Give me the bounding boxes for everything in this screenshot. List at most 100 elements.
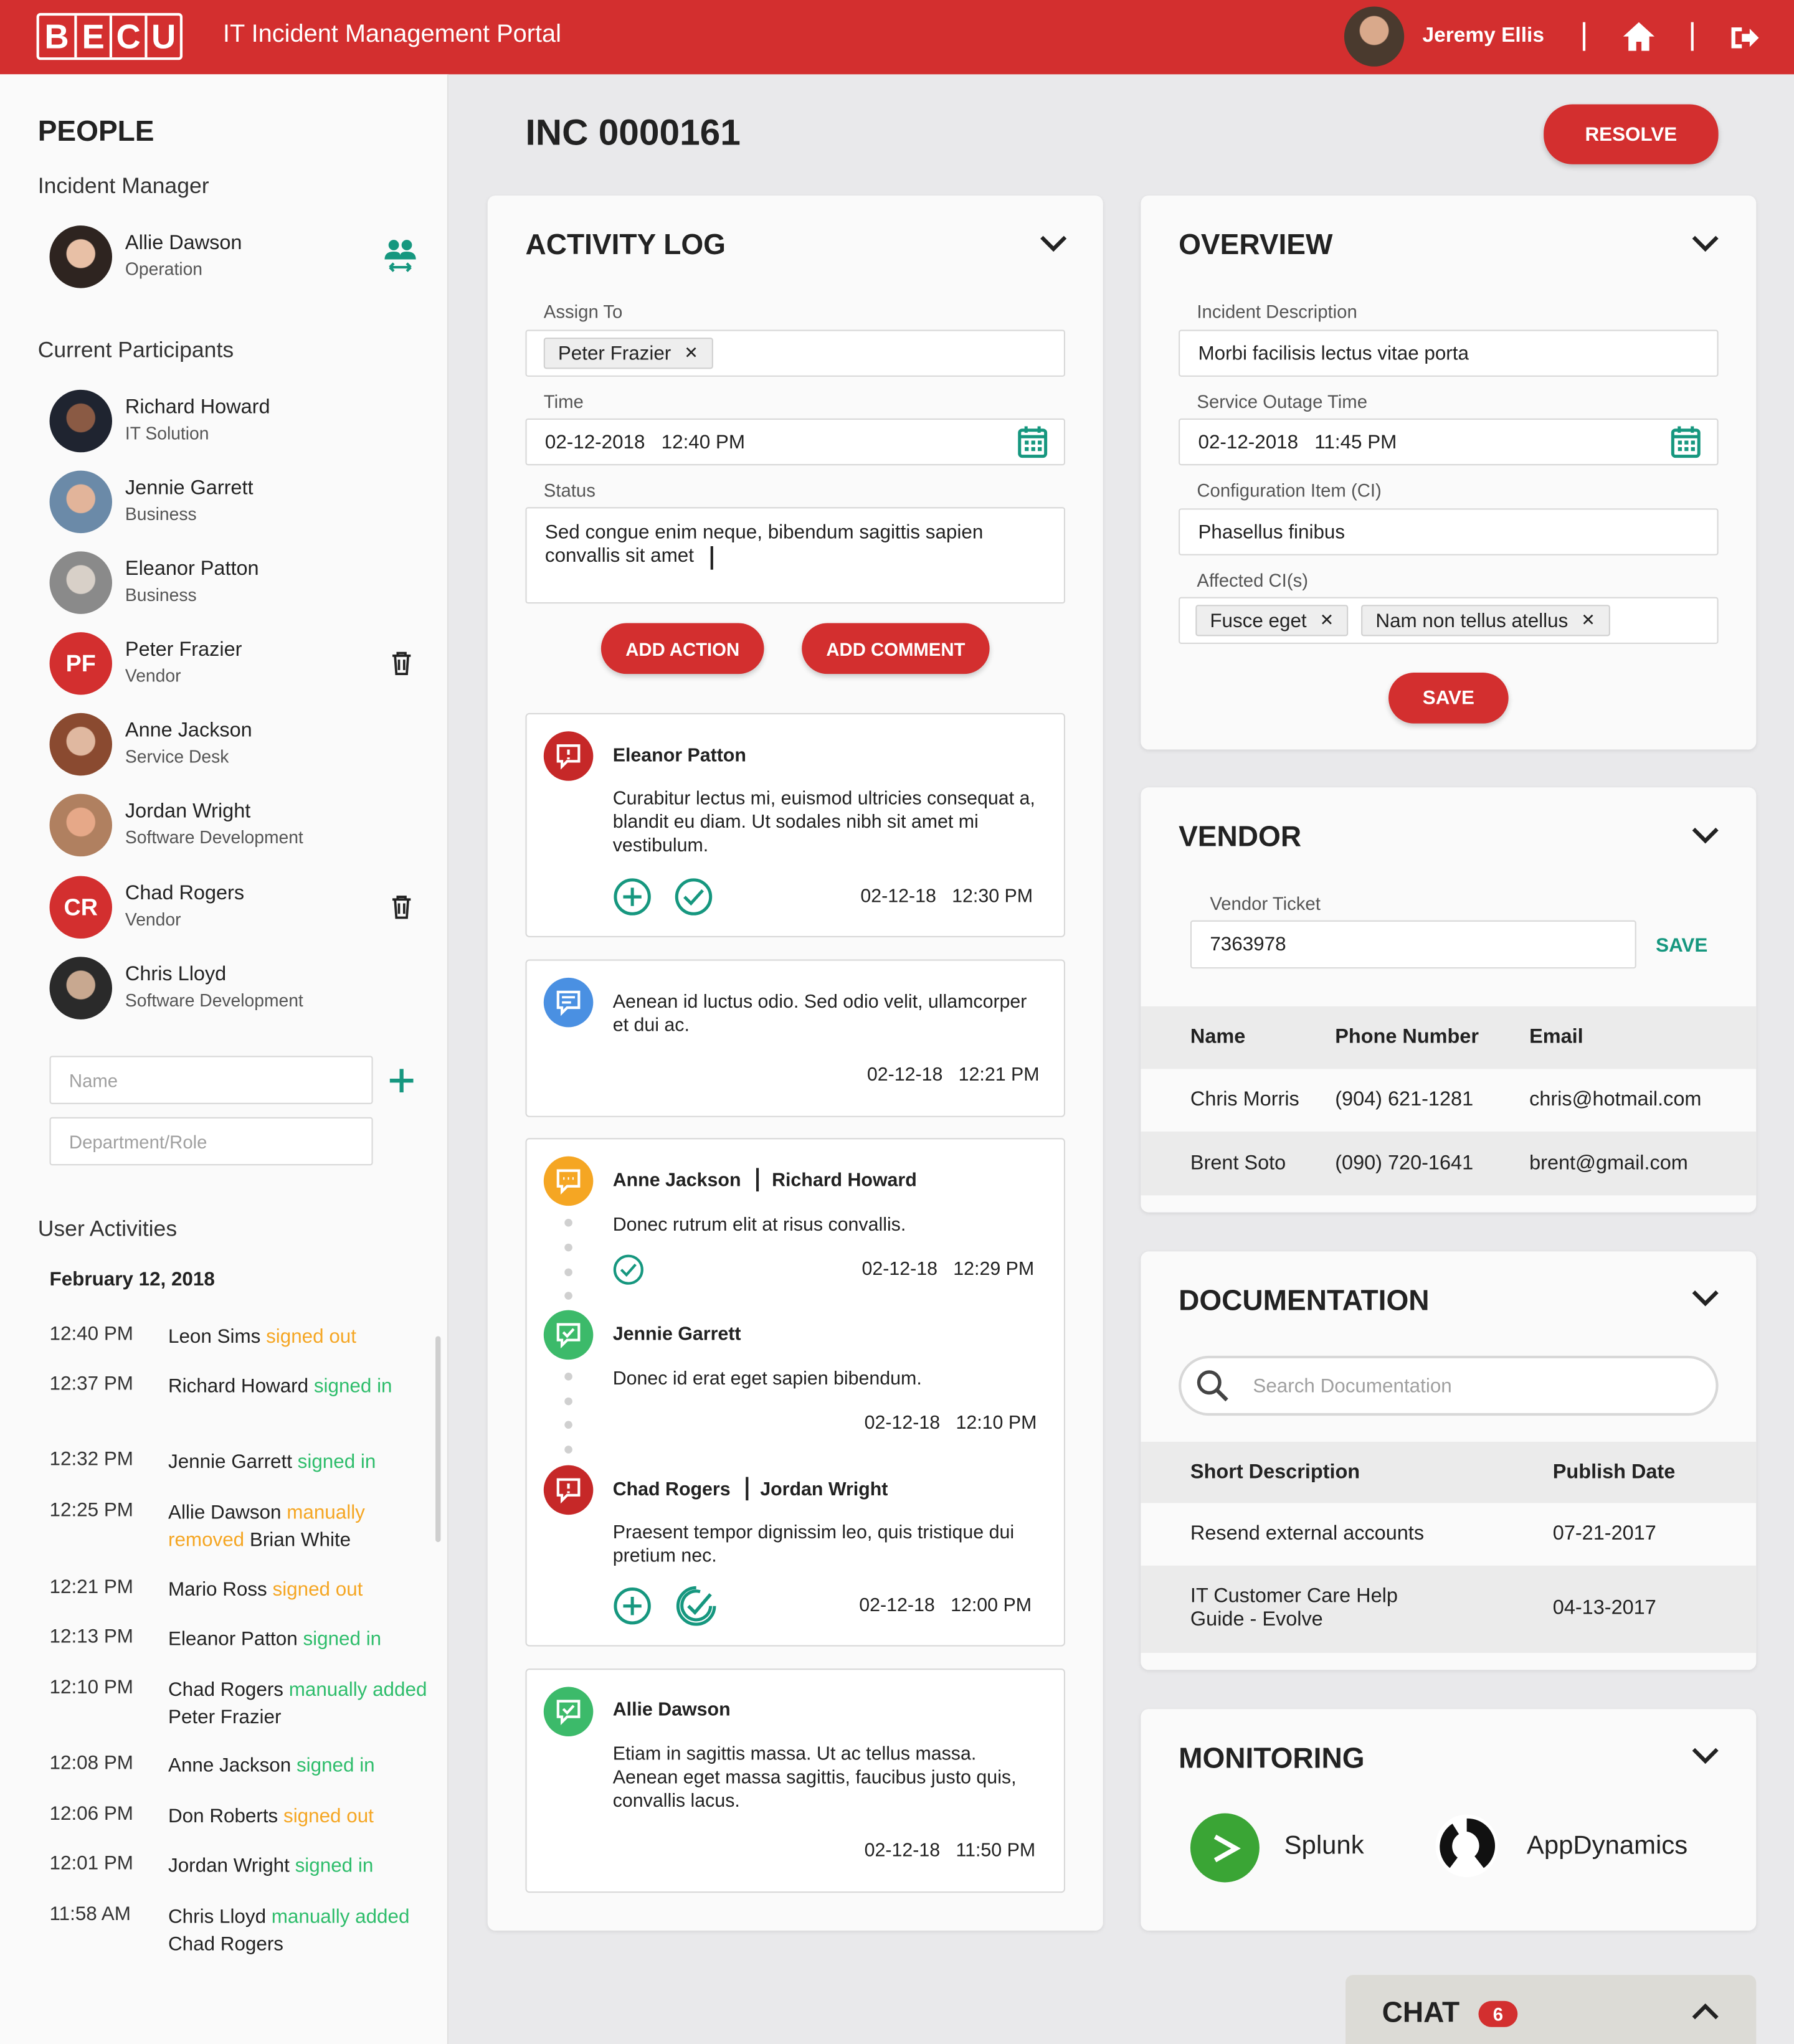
- check-circle-icon[interactable]: [674, 878, 713, 917]
- department-input[interactable]: Department/Role: [49, 1117, 373, 1166]
- log-time: 02-12-18 12:10 PM: [864, 1412, 1037, 1434]
- divider: [756, 1168, 759, 1192]
- avatar: [49, 470, 112, 534]
- top-bar: B E C U IT Incident Management Portal Je…: [0, 0, 1794, 75]
- splunk-label[interactable]: Splunk: [1284, 1832, 1364, 1862]
- affected-ci-chip[interactable]: Fusce eget ✕: [1195, 605, 1349, 636]
- log-time: 02-12-18 11:50 PM: [864, 1840, 1036, 1862]
- people-heading: PEOPLE: [37, 115, 154, 148]
- thread-dot: [564, 1397, 572, 1406]
- avatar-initials: PF: [49, 632, 112, 695]
- calendar-icon[interactable]: [1017, 425, 1048, 458]
- incident-manager-label: Incident Manager: [37, 173, 209, 199]
- appdynamics-label[interactable]: AppDynamics: [1527, 1832, 1687, 1862]
- column-header: Publish Date: [1552, 1461, 1676, 1483]
- user-name[interactable]: Jeremy Ellis: [1422, 25, 1544, 49]
- thread-dot: [564, 1243, 572, 1252]
- add-action-button[interactable]: ADD ACTION: [600, 623, 764, 674]
- activity-time: 12:25 PM: [49, 1499, 133, 1521]
- time-field[interactable]: 02-12-2018 12:40 PM: [525, 418, 1065, 466]
- add-participant-icon[interactable]: [387, 1066, 416, 1095]
- participant-role: Service Desk: [125, 747, 229, 767]
- chat-label[interactable]: CHAT: [1382, 1996, 1459, 2030]
- activity-time: 11:58 AM: [49, 1903, 131, 1926]
- assignee-chip[interactable]: Peter Frazier ✕: [543, 338, 713, 369]
- add-comment-button[interactable]: ADD COMMENT: [802, 623, 990, 674]
- participant-role: Vendor: [125, 909, 181, 930]
- vendor-ticket-field[interactable]: 7363978: [1190, 920, 1636, 969]
- overview-card: [1141, 195, 1757, 750]
- outage-time-field[interactable]: 02-12-2018 11:45 PM: [1179, 418, 1719, 466]
- activity-person: Richard Howard: [168, 1375, 309, 1398]
- table-cell[interactable]: Resend external accounts: [1190, 1523, 1424, 1546]
- chevron-down-icon[interactable]: [1690, 1740, 1721, 1771]
- chip-label: Nam non tellus atellus: [1375, 609, 1569, 632]
- log-text: Aenean id luctus odio. Sed odio velit, u…: [612, 991, 1027, 1037]
- ci-field[interactable]: Phasellus finibus: [1179, 508, 1719, 556]
- logo[interactable]: B E C U: [36, 12, 183, 60]
- chevron-down-icon[interactable]: [1690, 228, 1721, 259]
- swap-manager-icon[interactable]: [382, 237, 419, 274]
- user-avatar[interactable]: [1344, 6, 1405, 67]
- time-value: 02-12-2018 12:40 PM: [544, 430, 746, 453]
- assign-to-field[interactable]: Peter Frazier ✕: [525, 329, 1065, 377]
- overview-save-button[interactable]: SAVE: [1388, 673, 1509, 724]
- search-placeholder: Search Documentation: [1253, 1375, 1452, 1398]
- vendor-ticket-label: Vendor Ticket: [1210, 892, 1321, 914]
- log-time: 02-12-18 12:00 PM: [859, 1595, 1032, 1617]
- manager-role: Operation: [125, 259, 203, 279]
- affected-ci-field[interactable]: Fusce eget ✕ Nam non tellus atellus ✕: [1179, 597, 1719, 644]
- table-cell[interactable]: IT Customer Care Help Guide - Evolve: [1190, 1585, 1451, 1632]
- splunk-icon[interactable]: [1190, 1813, 1260, 1883]
- remove-chip-icon[interactable]: ✕: [1581, 610, 1595, 631]
- double-check-circle-icon[interactable]: [674, 1584, 718, 1628]
- incident-id: INC 0000161: [525, 112, 741, 153]
- resolve-button[interactable]: RESOLVE: [1544, 104, 1719, 164]
- activity-action: manually added: [271, 1906, 410, 1928]
- avatar: [49, 225, 112, 288]
- table-cell: (904) 621-1281: [1335, 1088, 1474, 1111]
- appdynamics-icon[interactable]: [1434, 1814, 1499, 1879]
- log-author: Chad Rogers: [612, 1479, 731, 1501]
- check-circle-icon[interactable]: [613, 1254, 644, 1285]
- chevron-down-icon[interactable]: [1038, 228, 1069, 259]
- status-textarea[interactable]: Sed congue enim neque, bibendum sagittis…: [525, 507, 1065, 604]
- chevron-down-icon[interactable]: [1690, 820, 1721, 851]
- description-field[interactable]: Morbi facilisis lectus vitae porta: [1179, 329, 1719, 377]
- participants-label: Current Participants: [37, 338, 234, 362]
- divider: [1691, 22, 1694, 51]
- approved-comment-icon: [543, 1687, 594, 1737]
- activity-item: Anne Jackson signed in: [168, 1752, 435, 1779]
- remove-chip-icon[interactable]: ✕: [684, 343, 698, 363]
- log-text: Donec id erat eget sapien bibendum.: [612, 1368, 922, 1390]
- participant-role: Vendor: [125, 666, 181, 686]
- affected-ci-chip[interactable]: Nam non tellus atellus ✕: [1361, 605, 1610, 636]
- outage-label: Service Outage Time: [1197, 390, 1368, 412]
- activity-person: Chad Rogers: [168, 1678, 284, 1701]
- vendor-save-link[interactable]: SAVE: [1656, 935, 1707, 957]
- trash-icon[interactable]: [390, 650, 414, 676]
- logout-icon[interactable]: [1729, 24, 1760, 52]
- add-circle-icon[interactable]: [613, 1586, 652, 1625]
- activities-scrollbar[interactable]: [435, 1336, 441, 1543]
- home-icon[interactable]: [1622, 21, 1656, 52]
- participant-role: Business: [125, 585, 197, 605]
- thread-dot: [564, 1292, 572, 1300]
- name-input[interactable]: Name: [49, 1056, 373, 1104]
- thread-dot: [564, 1268, 572, 1277]
- chevron-down-icon[interactable]: [1690, 1283, 1721, 1314]
- activity-person: Don Roberts: [168, 1805, 278, 1828]
- thread-dot: [564, 1445, 572, 1454]
- trash-icon[interactable]: [390, 894, 414, 920]
- log-time: 02-12-18 12:30 PM: [860, 886, 1033, 907]
- remove-chip-icon[interactable]: ✕: [1320, 610, 1334, 631]
- add-circle-icon[interactable]: [613, 878, 652, 917]
- chevron-up-icon[interactable]: [1690, 1996, 1721, 2027]
- alert-comment-icon: [543, 1465, 594, 1515]
- activity-person: Eleanor Patton: [168, 1628, 298, 1650]
- calendar-icon[interactable]: [1670, 425, 1701, 458]
- assign-label: Assign To: [543, 301, 623, 322]
- column-header: Name: [1190, 1026, 1246, 1048]
- time-label: Time: [543, 390, 584, 412]
- table-cell: (090) 720-1641: [1335, 1152, 1474, 1175]
